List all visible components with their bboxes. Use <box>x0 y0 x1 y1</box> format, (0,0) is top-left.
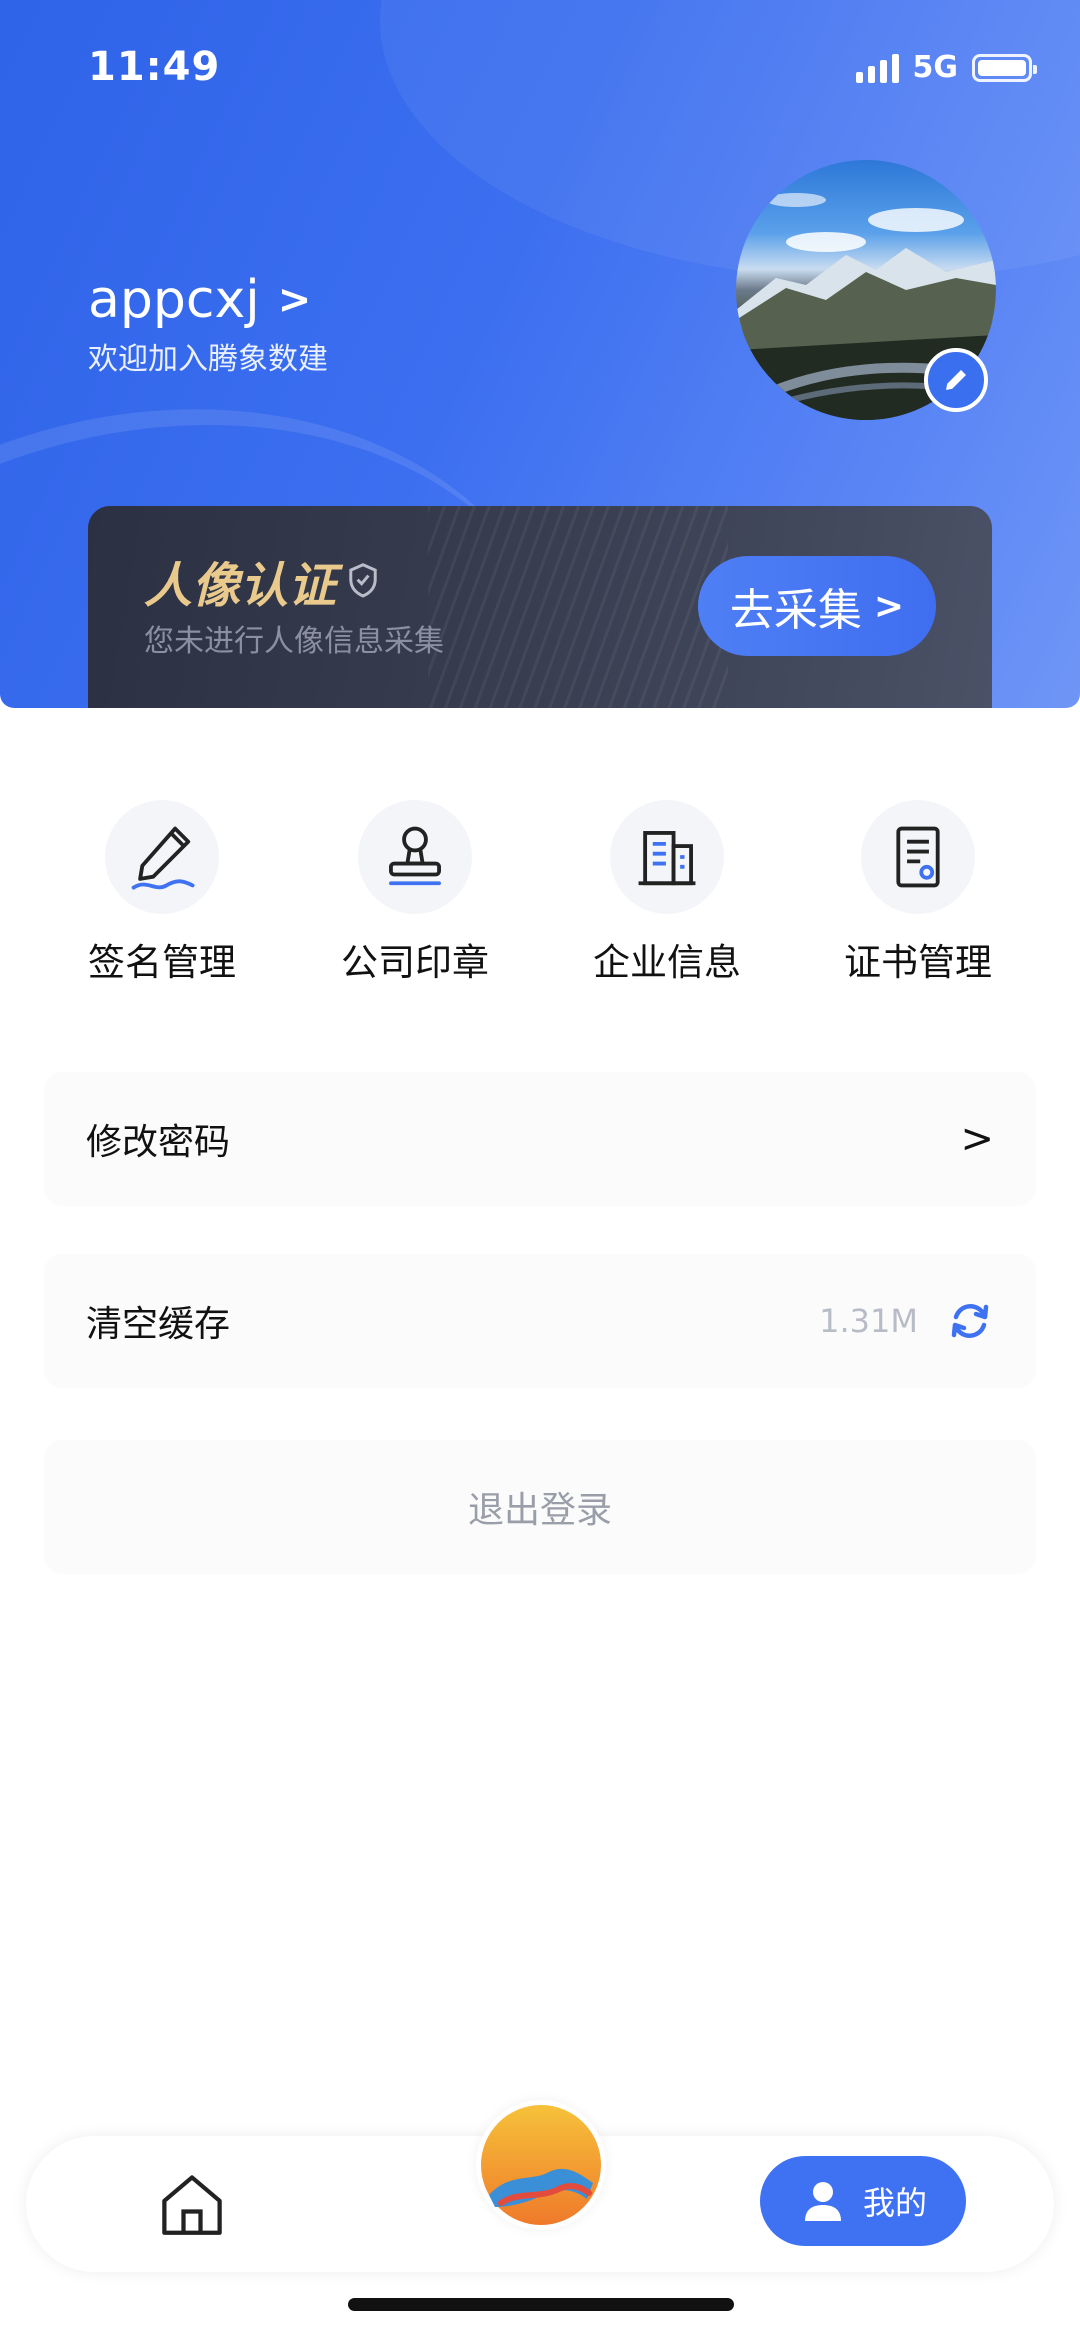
change-password-row[interactable]: 修改密码 > <box>44 1072 1036 1206</box>
nav-center[interactable] <box>476 2100 606 2230</box>
refresh-icon[interactable] <box>946 1297 994 1345</box>
home-indicator <box>348 2298 734 2311</box>
quick-action-certificates[interactable]: 证书管理 <box>808 800 1028 986</box>
quick-action-label: 签名管理 <box>88 941 236 984</box>
face-verification-card: 人像认证 您未进行人像信息采集 去采集 > <box>88 506 992 708</box>
network-type: 5G <box>912 50 959 85</box>
cache-size: 1.31M <box>819 1302 918 1340</box>
signature-pen-icon <box>105 800 219 914</box>
chevron-right-icon: > <box>277 277 312 323</box>
status-indicators: 5G <box>855 50 1037 85</box>
quick-action-company-seal[interactable]: 公司印章 <box>305 800 525 986</box>
quick-action-label: 证书管理 <box>844 941 992 984</box>
stamp-icon <box>358 800 472 914</box>
battery-icon <box>972 53 1037 82</box>
nav-me[interactable]: 我的 <box>760 2156 966 2246</box>
username: appcxj <box>88 270 260 330</box>
quick-action-signature[interactable]: 签名管理 <box>52 800 272 986</box>
home-icon <box>162 2175 222 2235</box>
card-decoration <box>428 506 728 708</box>
signature-pen-glyph <box>131 826 195 890</box>
username-link[interactable]: appcxj > <box>88 270 311 330</box>
quick-action-label: 公司印章 <box>341 941 489 984</box>
stamp-glyph <box>389 826 441 886</box>
chevron-right-icon: > <box>960 1116 994 1162</box>
logout-button[interactable]: 退出登录 <box>44 1440 1036 1574</box>
clear-cache-label: 清空缓存 <box>86 1304 231 1345</box>
collect-button[interactable]: 去采集 > <box>698 556 936 656</box>
certificate-glyph <box>896 826 940 888</box>
quick-action-enterprise-info[interactable]: 企业信息 <box>557 800 777 986</box>
shield-check-icon <box>349 563 377 598</box>
face-verification-subtitle: 您未进行人像信息采集 <box>144 624 444 659</box>
building-glyph <box>638 831 696 886</box>
app-logo-icon <box>481 2105 601 2225</box>
face-verification-title-text: 人像认证 <box>144 558 337 614</box>
welcome-text: 欢迎加入腾象数建 <box>88 342 328 377</box>
change-password-label: 修改密码 <box>86 1122 231 1163</box>
certificate-icon <box>861 800 975 914</box>
pencil-icon <box>946 370 966 390</box>
building-icon <box>610 800 724 914</box>
user-icon <box>804 2182 841 2221</box>
chevron-right-icon: > <box>873 585 905 627</box>
face-verification-title: 人像认证 <box>144 546 380 616</box>
status-time: 11:49 <box>88 44 221 90</box>
collect-button-label: 去采集 <box>729 585 862 636</box>
edit-avatar-button[interactable] <box>924 348 988 412</box>
quick-actions: 签名管理 公司印章 企业信息 证书管理 <box>0 800 1080 1000</box>
quick-action-label: 企业信息 <box>593 941 741 984</box>
nav-me-label: 我的 <box>862 2184 927 2222</box>
signal-icon <box>855 53 899 83</box>
clear-cache-row[interactable]: 清空缓存 1.31M <box>44 1254 1036 1388</box>
nav-home[interactable] <box>152 2164 232 2244</box>
